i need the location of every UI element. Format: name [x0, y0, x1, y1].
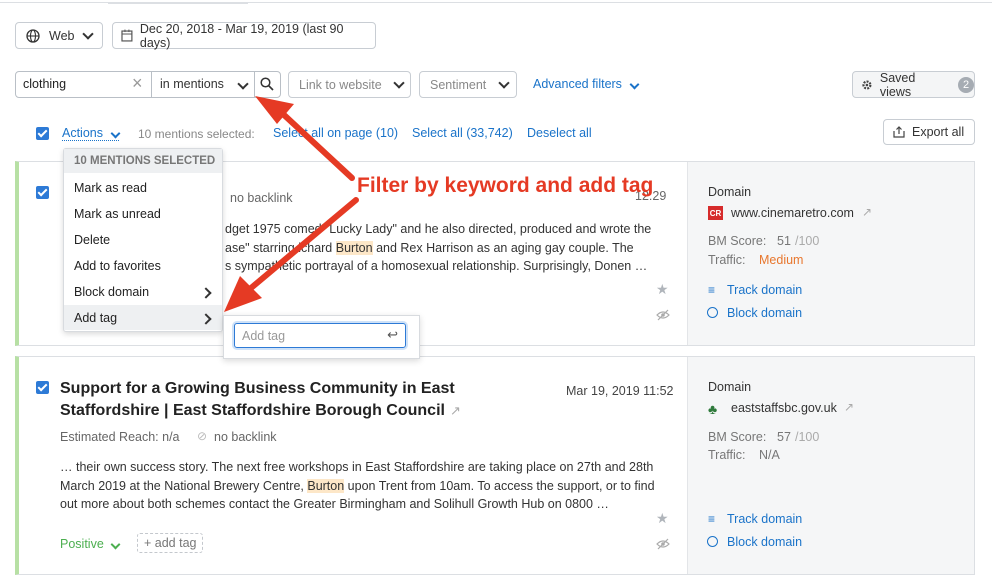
arrow-to-add-tag-line	[248, 197, 359, 291]
arrow-to-search-line	[280, 111, 355, 181]
annotation-arrows	[224, 96, 359, 312]
